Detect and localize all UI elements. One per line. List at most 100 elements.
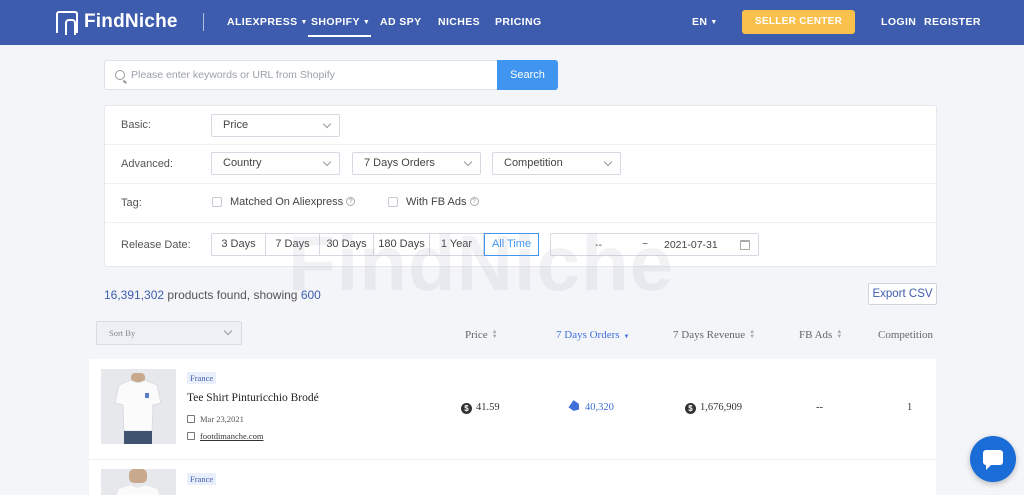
country-dropdown[interactable]: Country: [211, 152, 340, 175]
results-total: 16,391,302: [104, 288, 165, 302]
calendar-icon[interactable]: [740, 240, 750, 250]
nav-pricing[interactable]: PRICING: [495, 16, 542, 28]
filter-row-tag: Tag: Matched On Aliexpress? With FB Ads?: [105, 184, 936, 223]
price-tag-icon: [568, 400, 581, 413]
calendar-icon: [187, 415, 195, 423]
revenue-cell: $1,676,909: [685, 402, 742, 414]
country-tag: France: [187, 372, 217, 384]
question-mark-icon[interactable]: ?: [346, 197, 356, 206]
date-from[interactable]: --: [595, 239, 602, 251]
store-link[interactable]: footdimanche.com: [200, 431, 264, 441]
nav-niches[interactable]: NICHES: [438, 16, 480, 28]
search-box: [104, 60, 498, 90]
date-range-picker[interactable]: -- ~ 2021-07-31: [550, 233, 759, 256]
nav-aliexpress[interactable]: ALIEXPRESS ▼: [227, 16, 308, 28]
release-all-time[interactable]: All Time: [484, 233, 539, 256]
nav-shopify[interactable]: SHOPIFY ▼: [311, 16, 370, 28]
search-input[interactable]: [131, 69, 491, 81]
release-3-days[interactable]: 3 Days: [212, 234, 266, 255]
with-fb-ads-label: With FB Ads: [406, 196, 467, 208]
question-mark-icon[interactable]: ?: [469, 197, 479, 206]
store-icon: [187, 432, 195, 440]
product-date: Mar 23,2021: [187, 414, 244, 424]
product-store: footdimanche.com: [187, 431, 264, 441]
product-thumbnail[interactable]: [101, 469, 176, 495]
column-fb-ads[interactable]: FB Ads ▲ ▼: [799, 329, 842, 341]
matched-aliexpress-checkbox[interactable]: [212, 197, 222, 207]
chevron-down-icon: [463, 157, 473, 167]
nav-divider: [203, 13, 204, 31]
filter-row-advanced: Advanced: Country 7 Days Orders Competit…: [105, 145, 936, 184]
column-orders[interactable]: 7 Days Orders ▼: [556, 329, 630, 341]
chat-icon: [983, 450, 1003, 470]
search-button[interactable]: Search: [497, 60, 558, 90]
product-thumbnail[interactable]: [101, 369, 176, 444]
tag-label: Tag:: [121, 197, 142, 209]
login-link[interactable]: LOGIN: [881, 16, 916, 28]
date-separator: ~: [642, 238, 649, 250]
export-csv-button[interactable]: Export CSV: [868, 283, 937, 305]
findniche-logo[interactable]: FindNiche: [56, 11, 178, 35]
release-1-year[interactable]: 1 Year: [430, 234, 484, 255]
register-link[interactable]: REGISTER: [924, 16, 981, 28]
chevron-down-icon: ▼: [710, 19, 718, 26]
column-revenue-label: 7 Days Revenue: [673, 329, 746, 341]
chevron-down-icon: [322, 119, 332, 129]
table-row[interactable]: France: [89, 460, 936, 495]
price-dropdown-value: Price: [223, 119, 249, 131]
chevron-down-icon: [322, 157, 332, 167]
chevron-down-icon: ▼: [362, 19, 371, 26]
release-date-label: Release Date:: [121, 239, 191, 251]
matched-aliexpress-option[interactable]: Matched On Aliexpress?: [230, 196, 356, 208]
top-nav-bar: FindNiche ALIEXPRESS ▼ SHOPIFY ▼ AD SPY NI…: [0, 0, 1024, 45]
filter-panel: Basic: Price Advanced: Country 7 Days Or…: [104, 105, 937, 267]
competition-dropdown-value: Competition: [504, 157, 563, 169]
column-revenue[interactable]: 7 Days Revenue ▲ ▼: [673, 329, 755, 341]
table-row[interactable]: France Tee Shirt Pinturicchio Brodé Mar …: [89, 359, 936, 460]
language-selector[interactable]: EN ▼: [692, 16, 718, 28]
results-showing: 600: [300, 288, 321, 302]
tshirt-product-image: [101, 369, 176, 444]
release-7-days[interactable]: 7 Days: [266, 234, 320, 255]
column-price-label: Price: [465, 329, 488, 341]
dollar-coin-icon: $: [685, 403, 696, 414]
country-dropdown-value: Country: [223, 157, 262, 169]
chat-button[interactable]: [970, 436, 1016, 482]
competition-cell: 1: [907, 402, 913, 413]
tshirt-product-image: [101, 469, 176, 495]
column-competition[interactable]: Competition: [878, 329, 933, 341]
competition-dropdown[interactable]: Competition: [492, 152, 621, 175]
sort-by-select[interactable]: Sort By: [96, 321, 242, 345]
column-fb-ads-label: FB Ads: [799, 329, 833, 341]
sort-desc-icon: ▼: [623, 334, 630, 340]
with-fb-ads-option[interactable]: With FB Ads?: [406, 196, 479, 208]
nav-ad-spy[interactable]: AD SPY: [380, 16, 422, 28]
sort-by-label: Sort By: [109, 328, 136, 338]
product-date-value: Mar 23,2021: [200, 414, 244, 424]
release-180-days[interactable]: 180 Days: [374, 234, 430, 255]
with-fb-ads-checkbox[interactable]: [388, 197, 398, 207]
seller-center-button[interactable]: SELLER CENTER: [742, 10, 855, 34]
product-title[interactable]: Tee Shirt Pinturicchio Brodé: [187, 392, 319, 404]
nav-aliexpress-label: ALIEXPRESS: [227, 16, 298, 28]
results-count: 16,391,302 products found, showing 600: [104, 288, 321, 302]
release-30-days[interactable]: 30 Days: [320, 234, 374, 255]
orders-dropdown[interactable]: 7 Days Orders: [352, 152, 481, 175]
date-to[interactable]: 2021-07-31: [664, 239, 718, 251]
orders-value: 40,320: [585, 402, 614, 413]
price-dropdown[interactable]: Price: [211, 114, 340, 137]
column-price[interactable]: Price ▲ ▼: [465, 329, 498, 341]
column-orders-label: 7 Days Orders: [556, 329, 620, 341]
chevron-down-icon: [223, 326, 233, 336]
language-label: EN: [692, 16, 708, 28]
country-tag: France: [187, 473, 217, 485]
nav-shopify-label: SHOPIFY: [311, 16, 360, 28]
release-date-segments: 3 Days 7 Days 30 Days 180 Days 1 Year Al…: [211, 233, 539, 256]
fb-ads-cell: --: [816, 402, 823, 413]
revenue-value: 1,676,909: [700, 402, 742, 413]
price-cell: $41.59: [461, 402, 500, 414]
advanced-label: Advanced:: [121, 158, 173, 170]
filter-row-basic: Basic: Price: [105, 106, 936, 145]
brand-name: FindNiche: [84, 11, 178, 32]
orders-cell: 40,320: [570, 402, 614, 413]
